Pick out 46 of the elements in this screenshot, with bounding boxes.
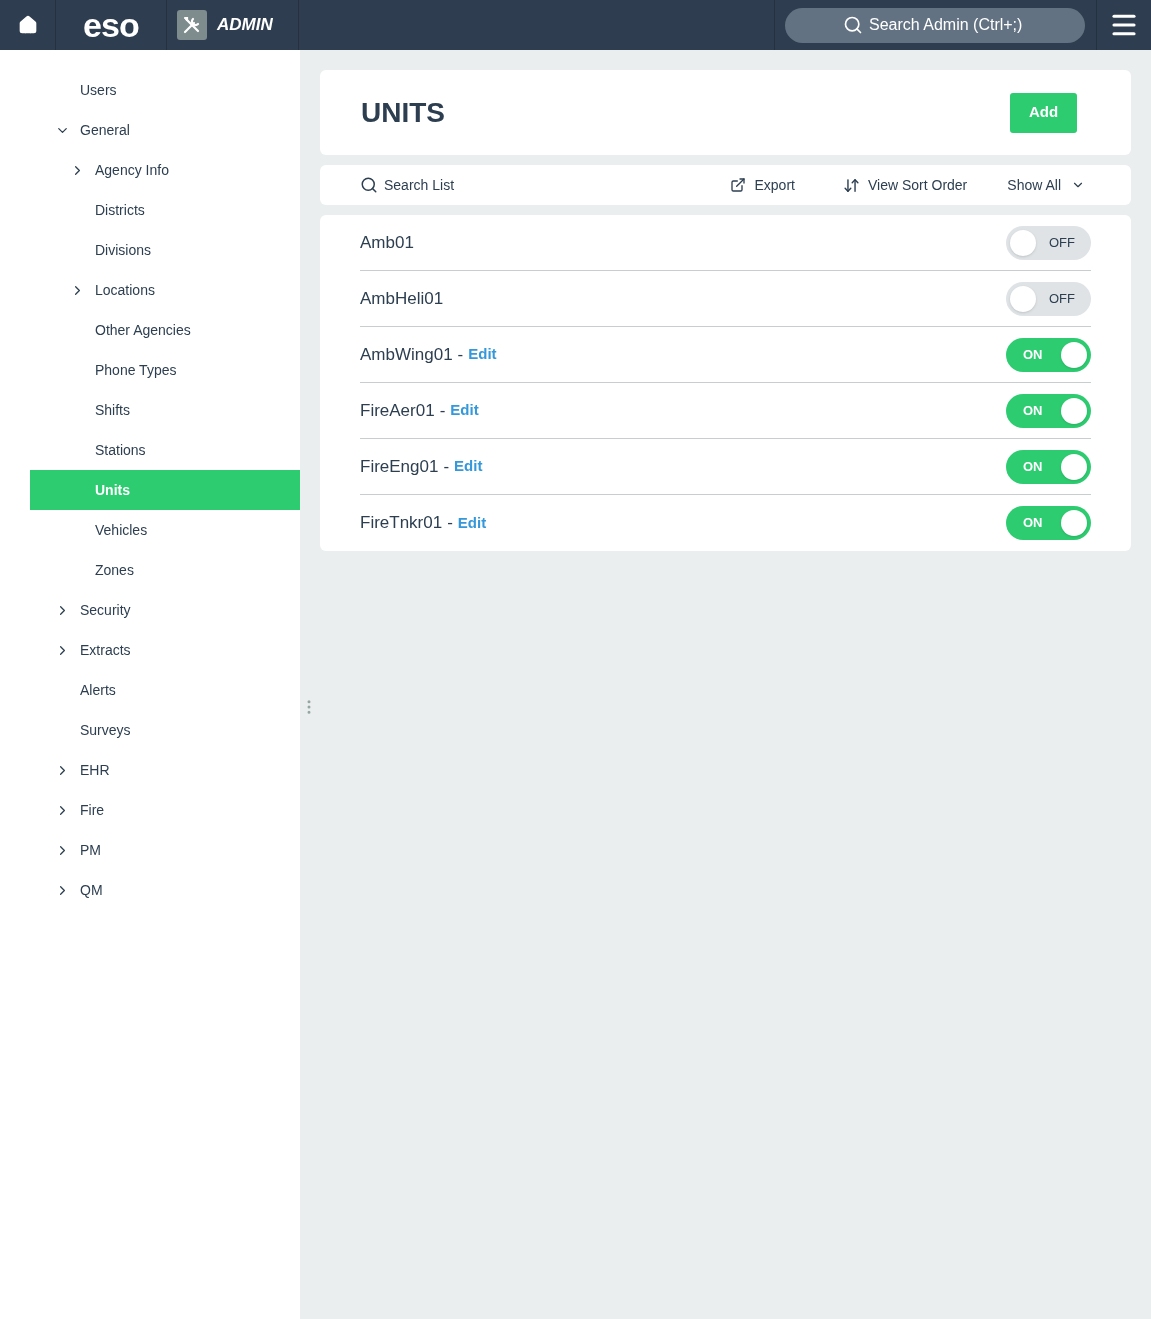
toggle-switch[interactable]: OFF (1006, 225, 1091, 260)
sidebar-item[interactable]: Surveys (30, 710, 300, 750)
sidebar-item[interactable]: PM (30, 830, 300, 870)
sidebar-item[interactable]: Agency Info (30, 150, 300, 190)
sidebar-item[interactable]: Districts (30, 190, 300, 230)
search-list-field[interactable]: Search List (384, 174, 584, 196)
sidebar-item[interactable]: Extracts (30, 630, 300, 670)
sidebar-item[interactable]: Security (30, 590, 300, 630)
unit-name: FireTnkr01 (360, 512, 443, 535)
app-label: ADMIN (217, 14, 273, 37)
toggle-switch[interactable]: OFF (1006, 281, 1091, 316)
separator: - (447, 512, 453, 535)
sidebar-item[interactable]: Stations (30, 430, 300, 470)
sidebar-item[interactable]: Users (30, 70, 300, 110)
sidebar-item[interactable]: Locations (30, 270, 300, 310)
unit-name: FireAer01 (360, 399, 435, 422)
sidebar-item[interactable]: General (30, 110, 300, 150)
home-icon[interactable] (17, 15, 38, 35)
sidebar-item[interactable]: Phone Types (30, 350, 300, 390)
show-all-dropdown[interactable]: Show All (1007, 174, 1085, 196)
unit-name: Amb01 (360, 231, 414, 254)
page-title: UNITS (361, 95, 445, 130)
search-field[interactable]: Search Admin (Ctrl+;) (785, 7, 1085, 43)
tools-icon (177, 10, 207, 40)
unit-name: FireEng01 (360, 455, 439, 478)
sidebar-item[interactable]: Divisions (30, 230, 300, 270)
sidebar-item[interactable]: Vehicles (30, 510, 300, 550)
sort-icon (842, 176, 860, 194)
separator: - (443, 455, 450, 478)
search-icon (360, 176, 378, 194)
sidebar-item[interactable]: EHR (30, 750, 300, 790)
logo[interactable]: eso (82, 8, 139, 42)
unit-name: AmbWing01 (360, 343, 453, 366)
sidebar-item[interactable]: QM (30, 870, 300, 910)
separator: - (457, 343, 464, 366)
sidebar-item[interactable]: Fire (30, 790, 300, 830)
sidebar-item[interactable]: Shifts (30, 390, 300, 430)
export-button[interactable]: Export (730, 174, 795, 196)
unit-name: AmbHeli01 (360, 287, 444, 310)
sort-order-button[interactable]: View Sort Order (842, 174, 968, 196)
sidebar-item[interactable]: Alerts (30, 670, 300, 710)
export-icon (730, 177, 747, 193)
separator: - (439, 399, 446, 422)
search-icon (843, 15, 863, 35)
sidebar-item[interactable]: Other Agencies (30, 310, 300, 350)
sidebar-item[interactable]: Zones (30, 550, 300, 590)
